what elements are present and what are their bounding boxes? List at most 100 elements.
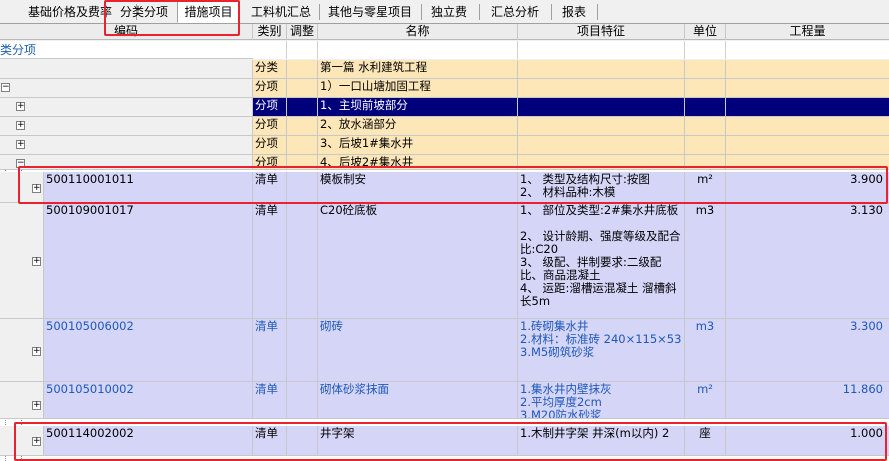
row-code-cell: + (0, 203, 44, 319)
column-header-unit[interactable]: 单位 (685, 24, 726, 40)
row-name: 1）一口山塘加固工程 (318, 79, 518, 98)
row-qty: 3.130 (726, 203, 889, 319)
row-feature: 1.砖砌集水井 2.材料：标准砖 240×115×53 3.M5砌筑砂浆 (518, 319, 685, 382)
column-header-adjust[interactable]: 调整 (287, 24, 318, 40)
expand-icon[interactable]: + (16, 140, 25, 149)
bill-grid: 分类 第一篇 水利建筑工程 − 分项 1）一口山塘加固工程 + 分项 1、主坝前… (0, 60, 889, 461)
filter-qty[interactable] (726, 41, 889, 59)
row-adjust[interactable] (287, 172, 318, 203)
row-feature (518, 60, 685, 79)
grid-row[interactable]: + 500109001017 清单 C20砼底板 1、 部位及类型:2#集水井底… (0, 203, 889, 319)
tab-other-sundry-items[interactable]: 其他与零星项目 (322, 1, 418, 23)
row-adjust[interactable] (287, 117, 318, 136)
row-qty (726, 98, 889, 117)
column-header-qty[interactable]: 工程量 (726, 24, 889, 40)
row-code: 500114002002 (44, 426, 253, 456)
tab-independent-fee[interactable]: 独立费 (424, 1, 474, 23)
filter-feature[interactable] (518, 41, 685, 59)
row-adjust[interactable] (287, 60, 318, 79)
expand-icon[interactable]: + (32, 257, 41, 266)
tab-measure-items[interactable]: 措施项目 (177, 1, 240, 23)
expand-icon[interactable]: + (32, 347, 41, 356)
row-code-cell: − (0, 155, 253, 170)
row-type: 清单 (253, 203, 287, 319)
row-type: 分项 (253, 155, 287, 170)
row-name: 3、后坡1#集水井 (318, 136, 518, 155)
collapse-icon[interactable]: − (16, 159, 25, 168)
row-qty (726, 79, 889, 98)
row-adjust[interactable] (287, 382, 318, 419)
expand-icon[interactable]: + (32, 184, 41, 193)
row-code-cell: + (0, 136, 253, 155)
row-name: 砌砖 (318, 319, 518, 382)
row-code-cell: + (0, 426, 44, 456)
row-adjust[interactable] (287, 98, 318, 117)
row-type: 分项 (253, 79, 287, 98)
row-unit (685, 155, 726, 170)
row-type: 清单 (253, 426, 287, 456)
row-code: 500105006002 (44, 319, 253, 382)
grid-row[interactable]: + 分项 1、主坝前坡部分 (0, 98, 889, 117)
expand-icon[interactable]: + (32, 401, 41, 410)
column-header-name[interactable]: 名称 (318, 24, 518, 40)
column-header-type[interactable]: 类别 (253, 24, 287, 40)
row-unit: m3 (685, 319, 726, 382)
expand-icon[interactable]: + (16, 121, 25, 130)
tab-separator (479, 4, 480, 20)
grid-row[interactable]: + 分项 3、后坡1#集水井 (0, 136, 889, 155)
row-feature (518, 155, 685, 170)
grid-row[interactable]: + 500114002002 清单 井字架 1.木制井字架 井深(m以内) 2 … (0, 426, 889, 456)
filter-type[interactable] (253, 41, 287, 59)
row-feature (518, 117, 685, 136)
row-code-cell: + (0, 117, 253, 136)
filter-unit[interactable] (685, 41, 726, 59)
tab-summary-analysis[interactable]: 汇总分析 (482, 1, 548, 23)
row-unit: m3 (685, 203, 726, 319)
grid-row[interactable]: + 500105010002 清单 砌体砂浆抹面 1.集水井内壁抹灰 2.平均厚… (0, 382, 889, 419)
grid-row[interactable]: − 分项 1）一口山塘加固工程 (0, 79, 889, 98)
row-feature: 1.集水井内壁抹灰 2.平均厚度2cm 3.M20防水砂浆 (518, 382, 685, 419)
row-name: C20砼底板 (318, 203, 518, 319)
row-adjust[interactable] (287, 136, 318, 155)
row-code-cell: + (0, 382, 44, 419)
grid-header: 编码 类别 调整 名称 项目特征 单位 工程量 (0, 24, 889, 40)
collapse-icon[interactable]: − (1, 83, 10, 92)
row-name: 4、后坡2#集水井 (318, 155, 518, 170)
filter-adjust[interactable] (287, 41, 318, 59)
tab-classified-items[interactable]: 分类分项 (110, 1, 178, 23)
tab-separator (597, 4, 598, 20)
row-feature: 1、 类型及结构尺寸:按图 2、 材料品种:木模 (518, 172, 685, 203)
grid-row[interactable]: + 分项 2、放水涵部分 (0, 117, 889, 136)
column-header-feature[interactable]: 项目特征 (518, 24, 685, 40)
row-code-cell: + (0, 98, 253, 117)
row-qty: 1.000 (726, 426, 889, 456)
row-unit: m² (685, 382, 726, 419)
row-type: 分类 (253, 60, 287, 79)
row-name: 1、主坝前坡部分 (318, 98, 518, 117)
expand-icon[interactable]: + (16, 102, 25, 111)
row-type: 清单 (253, 319, 287, 382)
row-type: 分项 (253, 136, 287, 155)
grid-row[interactable]: − 分项 4、后坡2#集水井 (0, 155, 889, 170)
row-unit: m² (685, 172, 726, 203)
grid-row[interactable]: + 500110001011 清单 模板制安 1、 类型及结构尺寸:按图 2、 … (0, 172, 889, 203)
row-code-cell: + (0, 319, 44, 382)
expand-icon[interactable]: + (32, 437, 41, 446)
row-name: 砌体砂浆抹面 (318, 382, 518, 419)
row-unit (685, 117, 726, 136)
row-adjust[interactable] (287, 319, 318, 382)
row-feature (518, 79, 685, 98)
column-header-code[interactable]: 编码 (0, 24, 253, 40)
row-adjust[interactable] (287, 155, 318, 170)
row-adjust[interactable] (287, 426, 318, 456)
filter-name[interactable] (318, 41, 518, 59)
row-adjust[interactable] (287, 203, 318, 319)
row-qty (726, 155, 889, 170)
row-name: 模板制安 (318, 172, 518, 203)
grid-row[interactable]: 分类 第一篇 水利建筑工程 (0, 60, 889, 79)
tab-labor-material-machine-summary[interactable]: 工料机汇总 (246, 1, 316, 23)
tab-reports[interactable]: 报表 (554, 1, 594, 23)
row-name: 2、放水涵部分 (318, 117, 518, 136)
grid-row[interactable]: + 500105006002 清单 砌砖 1.砖砌集水井 2.材料：标准砖 24… (0, 319, 889, 382)
row-adjust[interactable] (287, 79, 318, 98)
